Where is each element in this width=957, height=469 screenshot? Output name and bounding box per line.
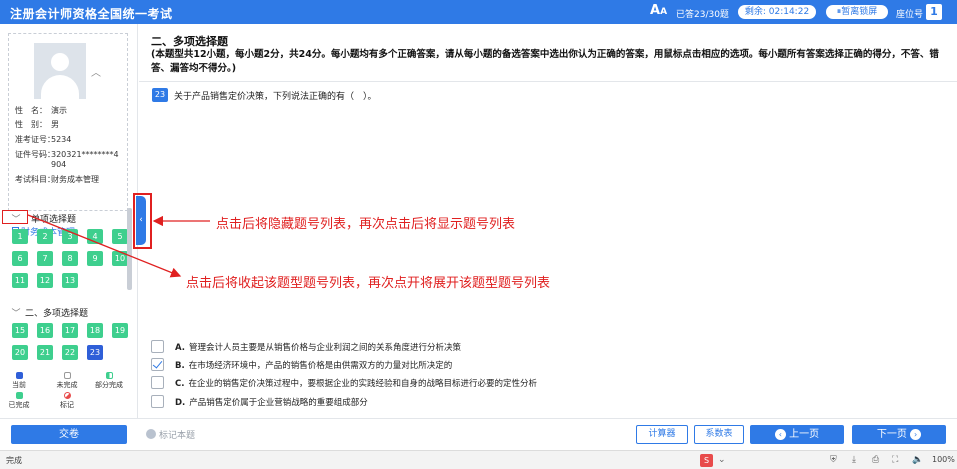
lock-screen-button[interactable]: ⏸暂离锁屏 bbox=[826, 5, 888, 19]
option-d-checkbox[interactable] bbox=[151, 395, 164, 408]
chevron-down-icon[interactable]: ﹀ bbox=[10, 306, 22, 319]
seat-label: 座位号 bbox=[896, 10, 924, 20]
question-button[interactable]: 4 bbox=[87, 229, 103, 244]
question-button[interactable]: 2 bbox=[37, 229, 53, 244]
status-legend: 当前 未完成 部分完成 已完成 标记 bbox=[8, 372, 128, 418]
status-text: 完成 bbox=[6, 456, 22, 465]
answered-progress: 已答23/30题 bbox=[676, 10, 729, 20]
question-button[interactable]: 3 bbox=[62, 229, 78, 244]
legend-marked: 标记 bbox=[50, 392, 84, 410]
section-instructions: (本题型共12小题，每小题2分，共24分。每小题均有多个正确答案，请从每小题的备… bbox=[151, 49, 939, 74]
top-header: 注册会计师资格全国统一考试 AA 已答23/30题 剩余: 02:14:22 ⏸… bbox=[0, 0, 957, 24]
divider bbox=[139, 81, 957, 82]
candidate-info-card: ︿ 性 名： 演示 性 别：男 准考证号：5234 证件号码：320321****… bbox=[8, 33, 128, 211]
flag-icon bbox=[146, 429, 156, 439]
question-button[interactable]: 17 bbox=[62, 323, 78, 338]
legend-partial: 部分完成 bbox=[92, 372, 126, 390]
sidebar-scrollbar[interactable] bbox=[127, 208, 132, 290]
calculator-button[interactable]: 计算器 bbox=[636, 425, 688, 444]
question-text: 关于产品销售定价决策，下列说法正确的有（ ）。 bbox=[174, 92, 377, 102]
candidate-name-row: 性 名： 演示 bbox=[15, 106, 67, 115]
mark-swatch-icon bbox=[63, 392, 71, 399]
chevron-right-icon: › bbox=[910, 429, 922, 440]
bottom-toolbar: 交卷 标记本题 计算器 系数表 ‹ 上一页 下一页 › bbox=[0, 418, 957, 450]
chevron-left-icon: ‹ bbox=[774, 429, 786, 440]
question-button[interactable]: 12 bbox=[37, 273, 53, 288]
ime-icon[interactable]: S bbox=[700, 454, 713, 467]
sound-icon[interactable]: 🔈 bbox=[912, 455, 923, 465]
question-button[interactable]: 10 bbox=[112, 251, 128, 266]
section1-question-grid: 1 2 3 4 5 6 7 8 9 10 11 12 13 bbox=[12, 229, 128, 288]
collapse-annotation: 点击后将收起该题型题号列表，再次点开将展开该题型题号列表 bbox=[186, 276, 551, 291]
undone-swatch-icon bbox=[63, 372, 71, 379]
current-swatch-icon bbox=[15, 372, 23, 379]
section2-question-grid: 15 16 17 18 19 20 21 22 23 bbox=[12, 323, 128, 360]
question-button[interactable]: 21 bbox=[37, 345, 53, 360]
submit-exam-button[interactable]: 交卷 bbox=[11, 425, 127, 444]
section1-header[interactable]: ﹀ 单项选择题 bbox=[10, 212, 76, 225]
avatar-body-icon bbox=[41, 75, 79, 99]
font-size-icon[interactable]: AA bbox=[650, 3, 667, 18]
print-icon[interactable]: ⎙ bbox=[872, 455, 879, 465]
avatar bbox=[34, 43, 86, 99]
chevron-up-icon[interactable]: ︿ bbox=[91, 64, 101, 79]
avatar-head-icon bbox=[51, 53, 69, 71]
question-button[interactable]: 20 bbox=[12, 345, 28, 360]
mark-question-button[interactable]: 标记本题 bbox=[146, 428, 195, 441]
exam-title: 注册会计师资格全国统一考试 bbox=[10, 7, 173, 21]
partial-swatch-icon bbox=[105, 372, 113, 379]
question-navigator-panel: ︿ 性 名： 演示 性 别：男 准考证号：5234 证件号码：320321****… bbox=[0, 24, 138, 418]
option-c-checkbox[interactable] bbox=[151, 376, 164, 389]
question-button[interactable]: 16 bbox=[37, 323, 53, 338]
coefficient-table-button[interactable]: 系数表 bbox=[694, 425, 744, 444]
next-page-button[interactable]: 下一页 › bbox=[852, 425, 946, 444]
done-swatch-icon bbox=[15, 392, 23, 399]
seat-number: 1 bbox=[926, 4, 942, 20]
chevron-down-icon[interactable]: ﹀ bbox=[10, 212, 22, 225]
remaining-timer: 剩余: 02:14:22 bbox=[738, 5, 816, 19]
question-button[interactable]: 15 bbox=[12, 323, 28, 338]
question-button[interactable]: 19 bbox=[112, 323, 128, 338]
prev-page-button[interactable]: ‹ 上一页 bbox=[750, 425, 844, 444]
download-icon[interactable]: ⤓ bbox=[852, 455, 856, 465]
question-button[interactable]: 13 bbox=[62, 273, 78, 288]
question-button-current[interactable]: 23 bbox=[87, 345, 103, 360]
browser-status-bar: 完成 S ⌄ ⛨ ⤓ ⎙ ⛶ 🔈 100% bbox=[0, 450, 957, 469]
legend-undone: 未完成 bbox=[50, 372, 84, 390]
question-button[interactable]: 8 bbox=[62, 251, 78, 266]
shield-icon: ⛨ bbox=[830, 455, 837, 465]
zoom-level[interactable]: 100% bbox=[932, 455, 955, 464]
question-button[interactable]: 6 bbox=[12, 251, 28, 266]
fullscreen-icon[interactable]: ⛶ bbox=[892, 455, 898, 465]
question-button[interactable]: 7 bbox=[37, 251, 53, 266]
question-button[interactable]: 22 bbox=[62, 345, 78, 360]
question-button[interactable]: 11 bbox=[12, 273, 28, 288]
candidate-id-row: 证件号码：320321********4904 bbox=[15, 150, 119, 169]
question-button[interactable]: 1 bbox=[12, 229, 28, 244]
candidate-ticket-row: 准考证号：5234 bbox=[15, 135, 72, 144]
question-number-badge: 23 bbox=[152, 88, 168, 102]
legend-current: 当前 bbox=[2, 372, 36, 390]
candidate-subject-row: 考试科目：财务成本管理 bbox=[15, 175, 99, 184]
question-button[interactable]: 9 bbox=[87, 251, 103, 266]
candidate-gender-row: 性 别：男 bbox=[15, 120, 59, 129]
legend-done: 已完成 bbox=[2, 392, 36, 410]
section-title: 二、多项选择题 bbox=[151, 35, 228, 48]
section2-header[interactable]: ﹀ 二、多项选择题 bbox=[10, 306, 88, 319]
option-a-checkbox[interactable] bbox=[151, 340, 164, 353]
question-button[interactable]: 18 bbox=[87, 323, 103, 338]
option-b-checkbox[interactable] bbox=[151, 358, 164, 371]
question-button[interactable]: 5 bbox=[112, 229, 128, 244]
toggle-annotation: 点击后将隐藏题号列表，再次点击后将显示题号列表 bbox=[216, 217, 516, 232]
chevron-down-icon[interactable]: ⌄ bbox=[718, 455, 726, 465]
